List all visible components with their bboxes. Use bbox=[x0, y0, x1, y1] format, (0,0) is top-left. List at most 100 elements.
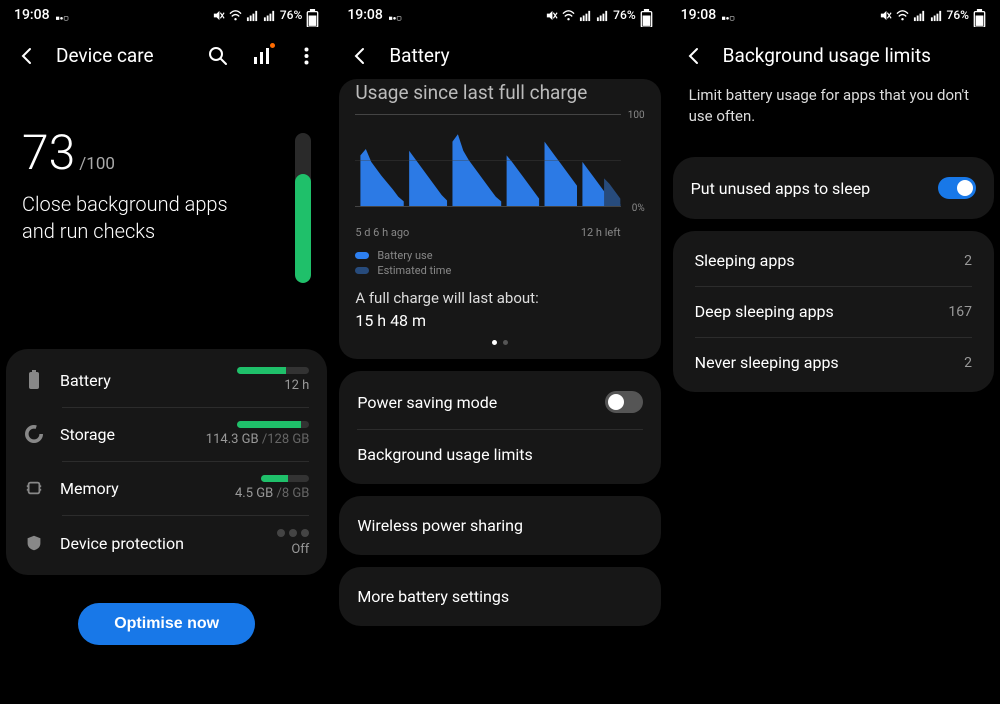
score-block: 73/100 Close background apps and run che… bbox=[0, 79, 333, 293]
protection-value: Off bbox=[291, 542, 309, 557]
mute-icon bbox=[879, 9, 892, 22]
row-bg-limits[interactable]: Background usage limits bbox=[339, 429, 660, 480]
status-bar: 19:08 76% bbox=[333, 0, 666, 30]
memory-total: /8 GB bbox=[276, 486, 309, 501]
put-sleep-toggle[interactable] bbox=[938, 177, 976, 199]
notification-icons bbox=[56, 9, 69, 22]
search-icon[interactable] bbox=[207, 45, 229, 67]
back-button[interactable] bbox=[349, 45, 371, 67]
score-bar-fill bbox=[295, 174, 311, 284]
memory-used: 4.5 GB bbox=[235, 486, 273, 501]
status-bar: 19:08 76% bbox=[0, 0, 333, 30]
power-saving-toggle[interactable] bbox=[605, 391, 643, 413]
usage-chart-card[interactable]: Usage since last full charge 100 0% 5 d … bbox=[339, 79, 660, 359]
signal-icon bbox=[246, 9, 259, 22]
battery-icon bbox=[306, 9, 319, 22]
more-card: More battery settings bbox=[339, 567, 660, 626]
row-wireless[interactable]: Wireless power sharing bbox=[339, 500, 660, 551]
power-settings-card: Power saving mode Background usage limit… bbox=[339, 371, 660, 484]
wifi-icon bbox=[896, 9, 909, 22]
deep-count: 167 bbox=[948, 304, 972, 320]
sleeping-count: 2 bbox=[964, 253, 972, 269]
row-protection[interactable]: Device protection Off bbox=[6, 515, 327, 571]
more-label: More battery settings bbox=[357, 587, 509, 606]
battery-icon bbox=[973, 9, 986, 22]
put-sleep-card: Put unused apps to sleep bbox=[673, 157, 994, 219]
storage-label: Storage bbox=[60, 425, 190, 444]
row-power-saving[interactable]: Power saving mode bbox=[339, 375, 660, 429]
power-saving-label: Power saving mode bbox=[357, 393, 604, 412]
back-button[interactable] bbox=[683, 45, 705, 67]
shield-icon bbox=[24, 533, 44, 553]
estimate-label: A full charge will last about: bbox=[355, 289, 644, 307]
more-icon[interactable] bbox=[295, 45, 317, 67]
status-battery-pct: 76% bbox=[613, 8, 635, 22]
status-battery-pct: 76% bbox=[280, 8, 302, 22]
status-time: 19:08 bbox=[347, 7, 383, 23]
app-bar: Battery bbox=[333, 30, 666, 79]
row-never[interactable]: Never sleeping apps 2 bbox=[673, 337, 994, 388]
never-count: 2 bbox=[964, 355, 972, 371]
memory-row-icon bbox=[24, 478, 44, 498]
storage-total: /128 GB bbox=[262, 432, 309, 447]
mute-icon bbox=[545, 9, 558, 22]
never-label: Never sleeping apps bbox=[695, 353, 839, 372]
signal-icon bbox=[579, 9, 592, 22]
device-stats-card: Battery 12 h Storage 114.3 GB /128 GB Me… bbox=[6, 349, 327, 575]
page-title: Device care bbox=[56, 44, 189, 67]
mute-icon bbox=[212, 9, 225, 22]
pager bbox=[355, 340, 644, 345]
chart-legend: Battery use Estimated time bbox=[355, 249, 644, 277]
wireless-label: Wireless power sharing bbox=[357, 516, 523, 535]
app-bar: Background usage limits bbox=[667, 30, 1000, 79]
row-memory[interactable]: Memory 4.5 GB /8 GB bbox=[6, 461, 327, 515]
row-put-sleep[interactable]: Put unused apps to sleep bbox=[673, 161, 994, 215]
put-sleep-label: Put unused apps to sleep bbox=[691, 179, 938, 198]
battery-chart: 100 0% bbox=[355, 114, 644, 224]
row-more[interactable]: More battery settings bbox=[339, 571, 660, 622]
storage-row-icon bbox=[24, 424, 44, 444]
ylabel-100: 100 bbox=[628, 110, 645, 121]
status-bar: 19:08 76% bbox=[667, 0, 1000, 30]
row-battery[interactable]: Battery 12 h bbox=[6, 353, 327, 407]
signal-icon-2 bbox=[930, 9, 943, 22]
score-advice: Close background apps and run checks bbox=[22, 191, 242, 245]
sleeping-label: Sleeping apps bbox=[695, 251, 795, 270]
xlabel-right: 12 h left bbox=[581, 226, 621, 239]
legend-est: Estimated time bbox=[377, 264, 451, 277]
row-deep[interactable]: Deep sleeping apps 167 bbox=[673, 286, 994, 337]
estimate-value: 15 h 48 m bbox=[355, 311, 644, 330]
sleep-lists-card: Sleeping apps 2 Deep sleeping apps 167 N… bbox=[673, 231, 994, 392]
score-bar bbox=[295, 133, 311, 283]
battery-row-icon bbox=[24, 370, 44, 390]
protection-label: Device protection bbox=[60, 534, 261, 553]
legend-use: Battery use bbox=[377, 249, 432, 262]
back-button[interactable] bbox=[16, 45, 38, 67]
signal-icon bbox=[913, 9, 926, 22]
status-battery-pct: 76% bbox=[947, 8, 969, 22]
row-storage[interactable]: Storage 114.3 GB /128 GB bbox=[6, 407, 327, 461]
bg-limits-label: Background usage limits bbox=[357, 445, 532, 464]
page-title: Battery bbox=[389, 44, 650, 67]
battery-value: 12 h bbox=[284, 378, 309, 393]
xlabel-left: 5 d 6 h ago bbox=[355, 226, 409, 239]
battery-label: Battery bbox=[60, 371, 221, 390]
score-denom: /100 bbox=[79, 154, 115, 174]
signal-icon-2 bbox=[263, 9, 276, 22]
ylabel-0: 0% bbox=[632, 203, 645, 214]
notification-icons bbox=[722, 9, 735, 22]
row-sleeping[interactable]: Sleeping apps 2 bbox=[673, 235, 994, 286]
notification-icons bbox=[389, 9, 402, 22]
page-desc: Limit battery usage for apps that you do… bbox=[667, 79, 1000, 145]
status-time: 19:08 bbox=[14, 7, 50, 23]
app-bar: Device care bbox=[0, 30, 333, 79]
deep-label: Deep sleeping apps bbox=[695, 302, 834, 321]
wifi-icon bbox=[229, 9, 242, 22]
screen-device-care: 19:08 76% Device care bbox=[0, 0, 333, 704]
chart-icon[interactable] bbox=[251, 45, 273, 67]
wifi-icon bbox=[562, 9, 575, 22]
wireless-card: Wireless power sharing bbox=[339, 496, 660, 555]
optimise-button[interactable]: Optimise now bbox=[78, 603, 255, 645]
screen-battery: 19:08 76% Battery Usage since last full … bbox=[333, 0, 666, 704]
signal-icon-2 bbox=[596, 9, 609, 22]
